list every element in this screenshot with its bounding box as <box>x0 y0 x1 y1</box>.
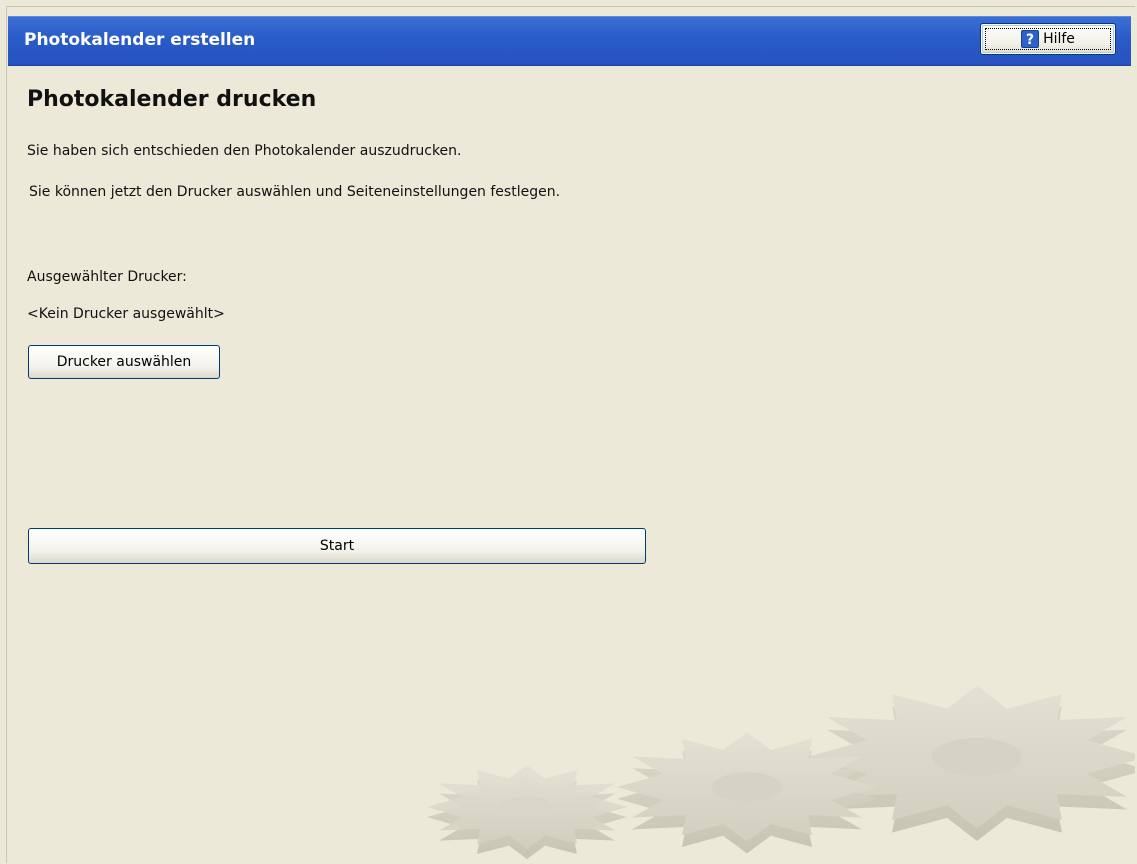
page-heading: Photokalender drucken <box>27 87 317 112</box>
info-text-2: Sie können jetzt den Drucker auswählen u… <box>29 184 561 200</box>
selected-printer-label: Ausgewählter Drucker: <box>27 269 187 285</box>
window-title: Photokalender erstellen <box>24 30 256 50</box>
question-mark-icon: ? <box>1021 30 1040 48</box>
gears-watermark <box>427 685 1135 860</box>
select-printer-button[interactable]: Drucker auswählen <box>28 345 220 379</box>
help-button[interactable]: ? Hilfe <box>980 23 1116 55</box>
start-button[interactable]: Start <box>28 528 646 564</box>
help-button-label: Hilfe <box>1043 31 1075 47</box>
wizard-window: Photokalender erstellen ? Hilfe Photokal… <box>6 6 1135 863</box>
title-bar: Photokalender erstellen ? Hilfe <box>8 16 1131 66</box>
info-text-1: Sie haben sich entschieden den Photokale… <box>27 143 462 159</box>
selected-printer-value: <Kein Drucker ausgewählt> <box>27 306 225 322</box>
